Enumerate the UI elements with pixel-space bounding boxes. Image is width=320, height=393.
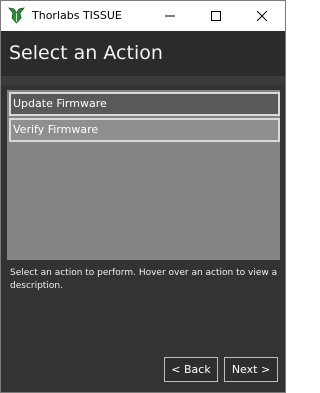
close-button[interactable] bbox=[239, 1, 285, 31]
back-button[interactable]: < Back bbox=[164, 357, 218, 382]
maximize-icon bbox=[211, 11, 221, 21]
minimize-icon bbox=[165, 15, 175, 17]
minimize-button[interactable] bbox=[147, 1, 193, 31]
window-title: Thorlabs TISSUE bbox=[32, 9, 122, 22]
wizard-window: Thorlabs TISSUE Select an Action Update … bbox=[0, 0, 286, 393]
action-item-update-firmware[interactable]: Update Firmware bbox=[9, 92, 280, 116]
next-button[interactable]: Next > bbox=[224, 357, 278, 382]
title-bar: Thorlabs TISSUE bbox=[1, 1, 285, 31]
page-header: Select an Action bbox=[1, 31, 285, 76]
action-item-verify-firmware[interactable]: Verify Firmware bbox=[9, 118, 280, 142]
action-list: Update Firmware Verify Firmware bbox=[7, 90, 280, 260]
thorlabs-logo-icon bbox=[8, 7, 25, 24]
close-icon bbox=[257, 11, 267, 21]
action-description: Select an action to perform. Hover over … bbox=[10, 268, 278, 291]
header-divider bbox=[1, 76, 285, 85]
maximize-button[interactable] bbox=[193, 1, 239, 31]
page-title: Select an Action bbox=[9, 42, 163, 64]
